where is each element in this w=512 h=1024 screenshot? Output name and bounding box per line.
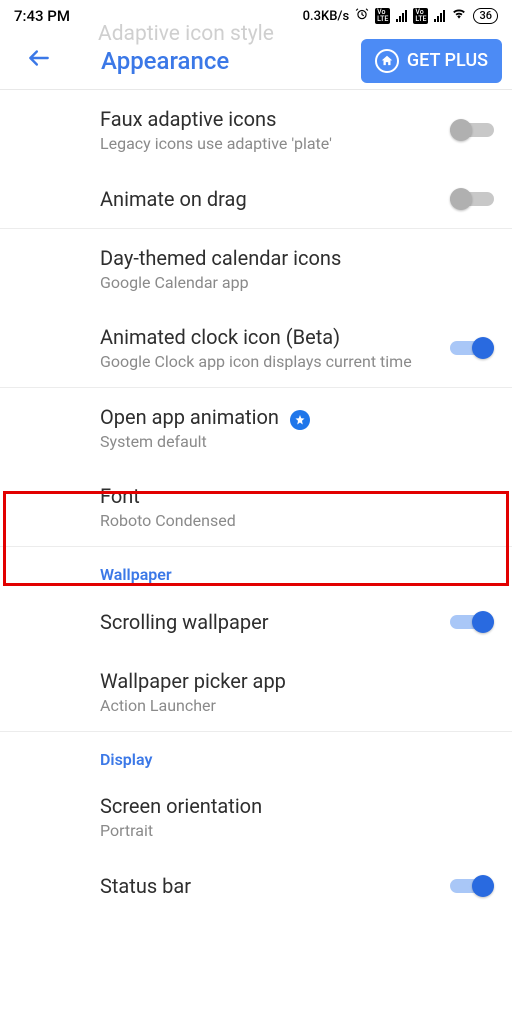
- page-title: Appearance: [98, 45, 232, 77]
- row-title: Screen orientation: [100, 793, 484, 819]
- row-title: Scrolling wallpaper: [100, 609, 440, 635]
- alarm-icon: [355, 7, 369, 25]
- row-sub: Legacy icons use adaptive 'plate': [100, 134, 440, 153]
- row-animate-on-drag[interactable]: Animate on drag: [0, 169, 512, 229]
- row-wallpaper-picker[interactable]: Wallpaper picker app Action Launcher: [0, 652, 512, 732]
- row-title: Open app animation: [100, 404, 484, 430]
- row-title: Status bar: [100, 873, 440, 899]
- settings-list: Faux adaptive icons Legacy icons use ada…: [0, 90, 512, 916]
- wifi-icon: [451, 7, 467, 25]
- row-sub: Portrait: [100, 821, 484, 840]
- row-sub: Google Clock app icon displays current t…: [100, 352, 440, 371]
- row-sub: Action Launcher: [100, 696, 484, 715]
- row-day-calendar[interactable]: Day-themed calendar icons Google Calenda…: [0, 229, 512, 308]
- row-sub: Roboto Condensed: [100, 511, 484, 530]
- row-sub: Google Calendar app: [100, 273, 484, 292]
- get-plus-button[interactable]: GET PLUS: [361, 39, 502, 83]
- row-title: Animated clock icon (Beta): [100, 324, 440, 350]
- back-button[interactable]: [18, 41, 60, 81]
- row-title: Faux adaptive icons: [100, 106, 440, 132]
- row-sub: System default: [100, 432, 484, 451]
- lte-icon-1: VoLTE: [375, 8, 390, 24]
- battery-icon: 36: [473, 8, 498, 24]
- row-title: Animate on drag: [100, 186, 440, 212]
- row-status-bar[interactable]: Status bar: [0, 856, 512, 916]
- toggle-clock[interactable]: [450, 336, 494, 360]
- row-faux-adaptive-icons[interactable]: Faux adaptive icons Legacy icons use ada…: [0, 90, 512, 169]
- row-scrolling-wallpaper[interactable]: Scrolling wallpaper: [0, 592, 512, 652]
- row-font[interactable]: Font Roboto Condensed: [0, 467, 512, 547]
- toggle-animate[interactable]: [450, 187, 494, 211]
- row-title: Wallpaper picker app: [100, 668, 484, 694]
- row-title-text: Open app animation: [100, 405, 279, 429]
- section-display: Display: [0, 732, 512, 777]
- row-open-app-animation[interactable]: Open app animation System default: [0, 388, 512, 467]
- toggle-status-bar[interactable]: [450, 874, 494, 898]
- lte-icon-2: VoLTE: [413, 8, 428, 24]
- row-screen-orientation[interactable]: Screen orientation Portrait: [0, 777, 512, 856]
- get-plus-label: GET PLUS: [407, 50, 488, 71]
- row-title: Font: [100, 483, 484, 509]
- home-icon: [375, 49, 399, 73]
- toggle-scrolling-wallpaper[interactable]: [450, 610, 494, 634]
- app-bar: Appearance GET PLUS: [0, 32, 512, 90]
- signal-icon-2: [434, 10, 445, 22]
- star-icon: [290, 410, 310, 430]
- section-wallpaper: Wallpaper: [0, 547, 512, 592]
- row-animated-clock[interactable]: Animated clock icon (Beta) Google Clock …: [0, 308, 512, 388]
- status-speed: 0.3KB/s: [303, 9, 350, 24]
- row-title: Day-themed calendar icons: [100, 245, 484, 271]
- status-time: 7:43 PM: [14, 7, 70, 25]
- signal-icon-1: [396, 10, 407, 22]
- status-right: 0.3KB/s VoLTE VoLTE 36: [303, 7, 498, 25]
- toggle-faux[interactable]: [450, 118, 494, 142]
